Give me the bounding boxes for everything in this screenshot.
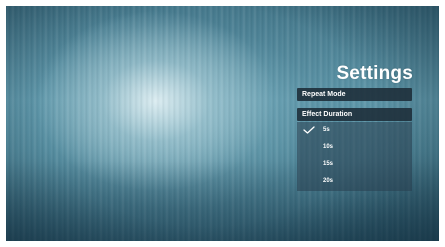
menu-item-repeat-mode[interactable]: Repeat Mode <box>297 88 412 101</box>
option-5s[interactable]: 5s <box>297 122 412 139</box>
option-label: 10s <box>323 144 334 150</box>
page-title: Settings <box>336 63 413 84</box>
settings-screen: Settings Repeat Mode Effect Duration 5s … <box>6 6 439 241</box>
option-20s[interactable]: 20s <box>297 173 412 190</box>
effect-duration-options: 5s 10s 15s 20s <box>297 122 412 191</box>
check-icon <box>303 126 315 134</box>
menu-item-effect-duration[interactable]: Effect Duration <box>297 108 412 121</box>
option-label: 5s <box>323 127 330 133</box>
option-label: 20s <box>323 178 334 184</box>
option-15s[interactable]: 15s <box>297 156 412 173</box>
option-label: 15s <box>323 161 334 167</box>
option-10s[interactable]: 10s <box>297 139 412 156</box>
